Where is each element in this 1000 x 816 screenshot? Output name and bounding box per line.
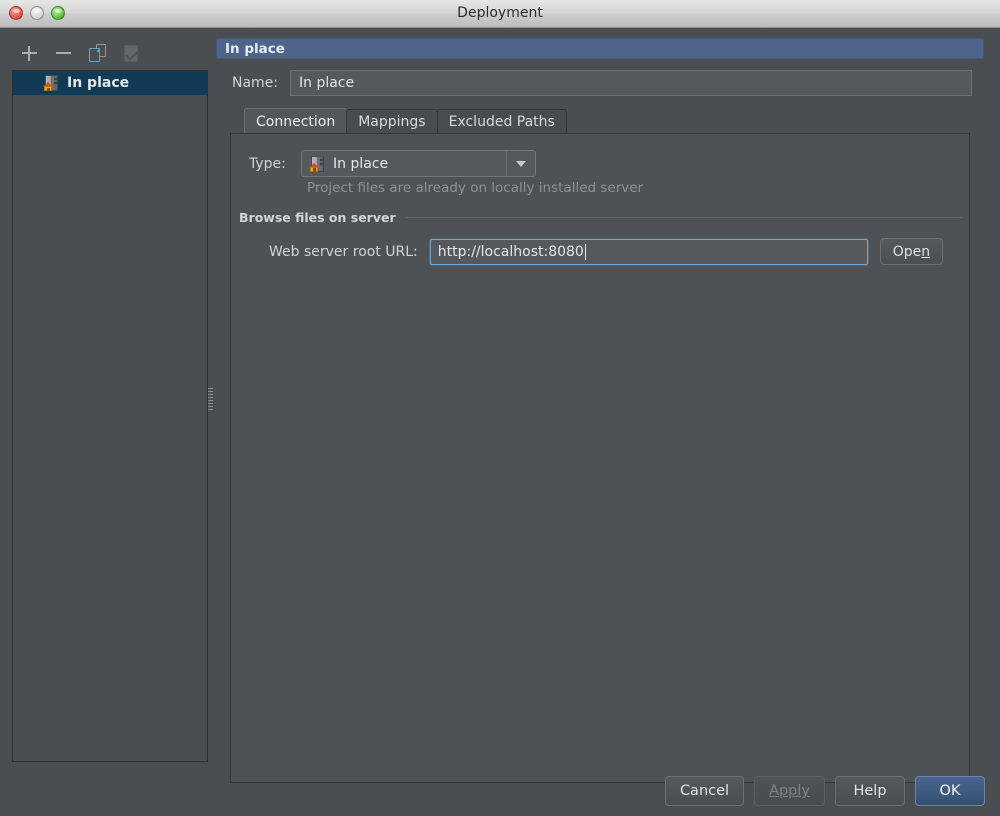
name-input[interactable]: In place (290, 70, 972, 96)
tab-mappings[interactable]: Mappings (346, 109, 438, 134)
in-place-server-icon (43, 75, 60, 91)
server-check-icon (123, 44, 140, 62)
splitter-grip-icon (208, 388, 213, 410)
deployment-dialog: Deployment In place In place Name: In pl… (0, 0, 1000, 816)
ok-button[interactable]: OK (915, 776, 985, 806)
dialog-footer: Cancel Apply Help OK (0, 772, 1000, 816)
deployment-server-list[interactable]: In place (12, 70, 208, 762)
browse-files-group-header: Browse files on server (239, 210, 963, 225)
tab-excluded-paths[interactable]: Excluded Paths (436, 109, 567, 134)
cancel-button[interactable]: Cancel (664, 776, 745, 806)
minus-icon (55, 46, 71, 61)
list-item[interactable]: In place (13, 71, 207, 95)
name-label: Name: (232, 75, 279, 91)
tab-connection[interactable]: Connection (244, 108, 348, 134)
server-settings-panel: In place Name: In place Connection Mappi… (216, 38, 984, 783)
connection-tab-content: Type: In place Project files are already… (230, 133, 970, 783)
tab-connection-label: Connection (256, 113, 336, 130)
add-button[interactable] (18, 42, 40, 64)
plus-icon (21, 45, 37, 61)
tab-excluded-paths-label: Excluded Paths (448, 114, 555, 130)
cancel-button-label: Cancel (679, 783, 730, 799)
open-button-label-prefix: Ope (892, 243, 922, 260)
panel-header-title: In place (225, 40, 285, 57)
chevron-down-icon[interactable] (506, 151, 535, 176)
type-hint-text: Project files are already on locally ins… (307, 180, 644, 196)
apply-button: Apply (754, 776, 825, 806)
open-button-label-mnemonic: n (921, 243, 931, 260)
sidebar-toolbar (18, 40, 142, 66)
web-server-url-input[interactable]: http://localhost:8080 (429, 238, 868, 265)
web-server-url-row: Web server root URL: http://localhost:80… (269, 238, 944, 265)
open-button[interactable]: Ope n (879, 238, 944, 265)
type-row: Type: In place (249, 150, 536, 177)
ok-button-label: OK (939, 783, 961, 799)
help-button-label: Help (853, 783, 887, 799)
apply-button-label: Apply (769, 783, 810, 799)
list-item-label: In place (67, 75, 130, 91)
set-default-button (120, 42, 142, 64)
in-place-server-icon (309, 155, 326, 172)
title-bar: Deployment (0, 0, 1000, 28)
copy-button[interactable] (86, 42, 108, 64)
copy-icon (88, 44, 106, 62)
web-server-url-value: http://localhost:8080 (437, 243, 584, 260)
web-server-url-label: Web server root URL: (269, 243, 418, 260)
name-row: Name: In place (232, 70, 972, 96)
help-button[interactable]: Help (835, 776, 905, 806)
window-title: Deployment (457, 5, 543, 21)
panel-splitter[interactable] (207, 70, 214, 762)
group-title: Browse files on server (239, 210, 396, 225)
type-combobox-value: In place (333, 155, 389, 172)
name-input-value: In place (299, 75, 355, 91)
panel-header: In place (216, 38, 984, 59)
type-label: Type: (249, 155, 286, 172)
settings-tabs: Connection Mappings Excluded Paths (244, 108, 567, 134)
text-cursor (584, 243, 586, 260)
group-separator (404, 217, 963, 218)
tab-mappings-label: Mappings (358, 114, 426, 130)
remove-button[interactable] (52, 42, 74, 64)
type-combobox[interactable]: In place (301, 150, 536, 177)
